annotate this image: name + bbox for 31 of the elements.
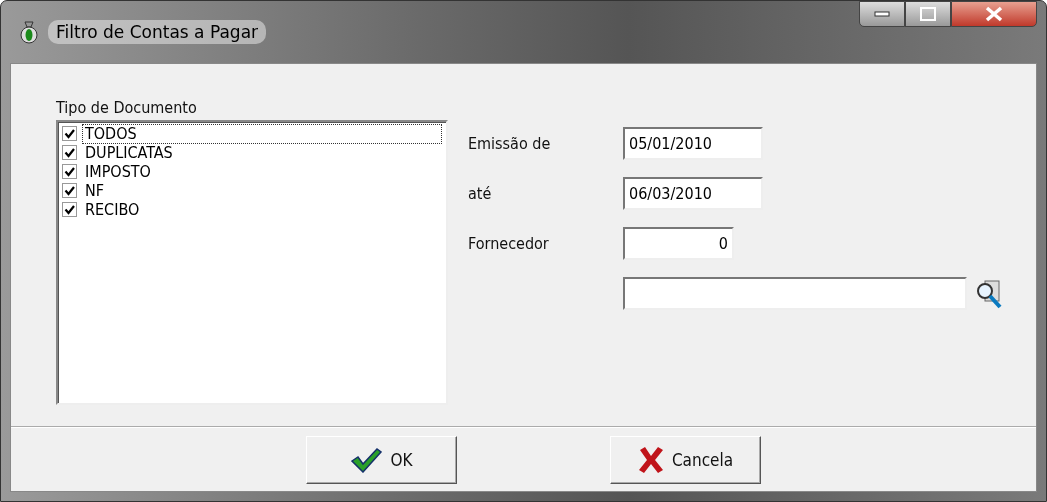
window-title: Filtro de Contas a Pagar: [48, 20, 267, 44]
cross-icon: [637, 445, 664, 474]
checkbox[interactable]: [62, 145, 77, 160]
checkbox[interactable]: [62, 202, 77, 217]
list-item[interactable]: NF: [82, 180, 108, 201]
minimize-icon: [874, 11, 890, 17]
input-field[interactable]: [623, 277, 967, 310]
input-field[interactable]: 05/01/2010: [623, 127, 763, 160]
checkbox[interactable]: [62, 183, 77, 198]
field-label: até: [468, 184, 493, 203]
minimize-button[interactable]: [859, 1, 905, 27]
input-field[interactable]: 0: [623, 227, 734, 260]
input-field[interactable]: 06/03/2010: [623, 177, 763, 210]
list-item[interactable]: TODOS: [82, 123, 442, 144]
check-icon: [350, 446, 383, 473]
group-label: Tipo de Documento: [56, 97, 198, 119]
ok-button[interactable]: OK: [306, 435, 457, 484]
list-item[interactable]: IMPOSTO: [82, 161, 154, 182]
maximize-icon: [920, 7, 936, 21]
field-label: Emissão de: [468, 134, 552, 153]
close-button[interactable]: [951, 1, 1037, 27]
app-icon: [18, 20, 40, 44]
maximize-button[interactable]: [905, 1, 951, 27]
cancel-button[interactable]: Cancela: [610, 435, 761, 484]
close-icon: [985, 6, 1003, 22]
list-item[interactable]: DUPLICATAS: [82, 142, 176, 163]
checkbox[interactable]: [62, 126, 77, 141]
list-item[interactable]: RECIBO: [82, 199, 143, 220]
checkbox[interactable]: [62, 164, 77, 179]
field-label: Fornecedor: [468, 234, 550, 253]
search-icon[interactable]: [975, 278, 1003, 309]
